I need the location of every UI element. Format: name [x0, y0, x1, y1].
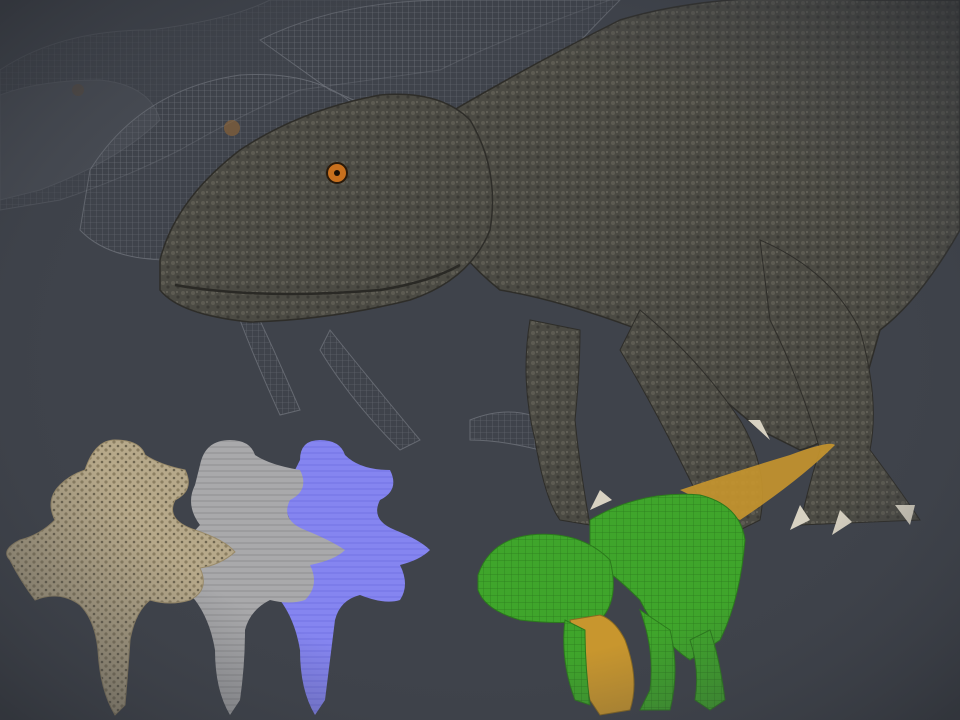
vignette-overlay [0, 0, 960, 720]
render-canvas [0, 0, 960, 720]
dinosaur-render-scene [0, 0, 960, 720]
